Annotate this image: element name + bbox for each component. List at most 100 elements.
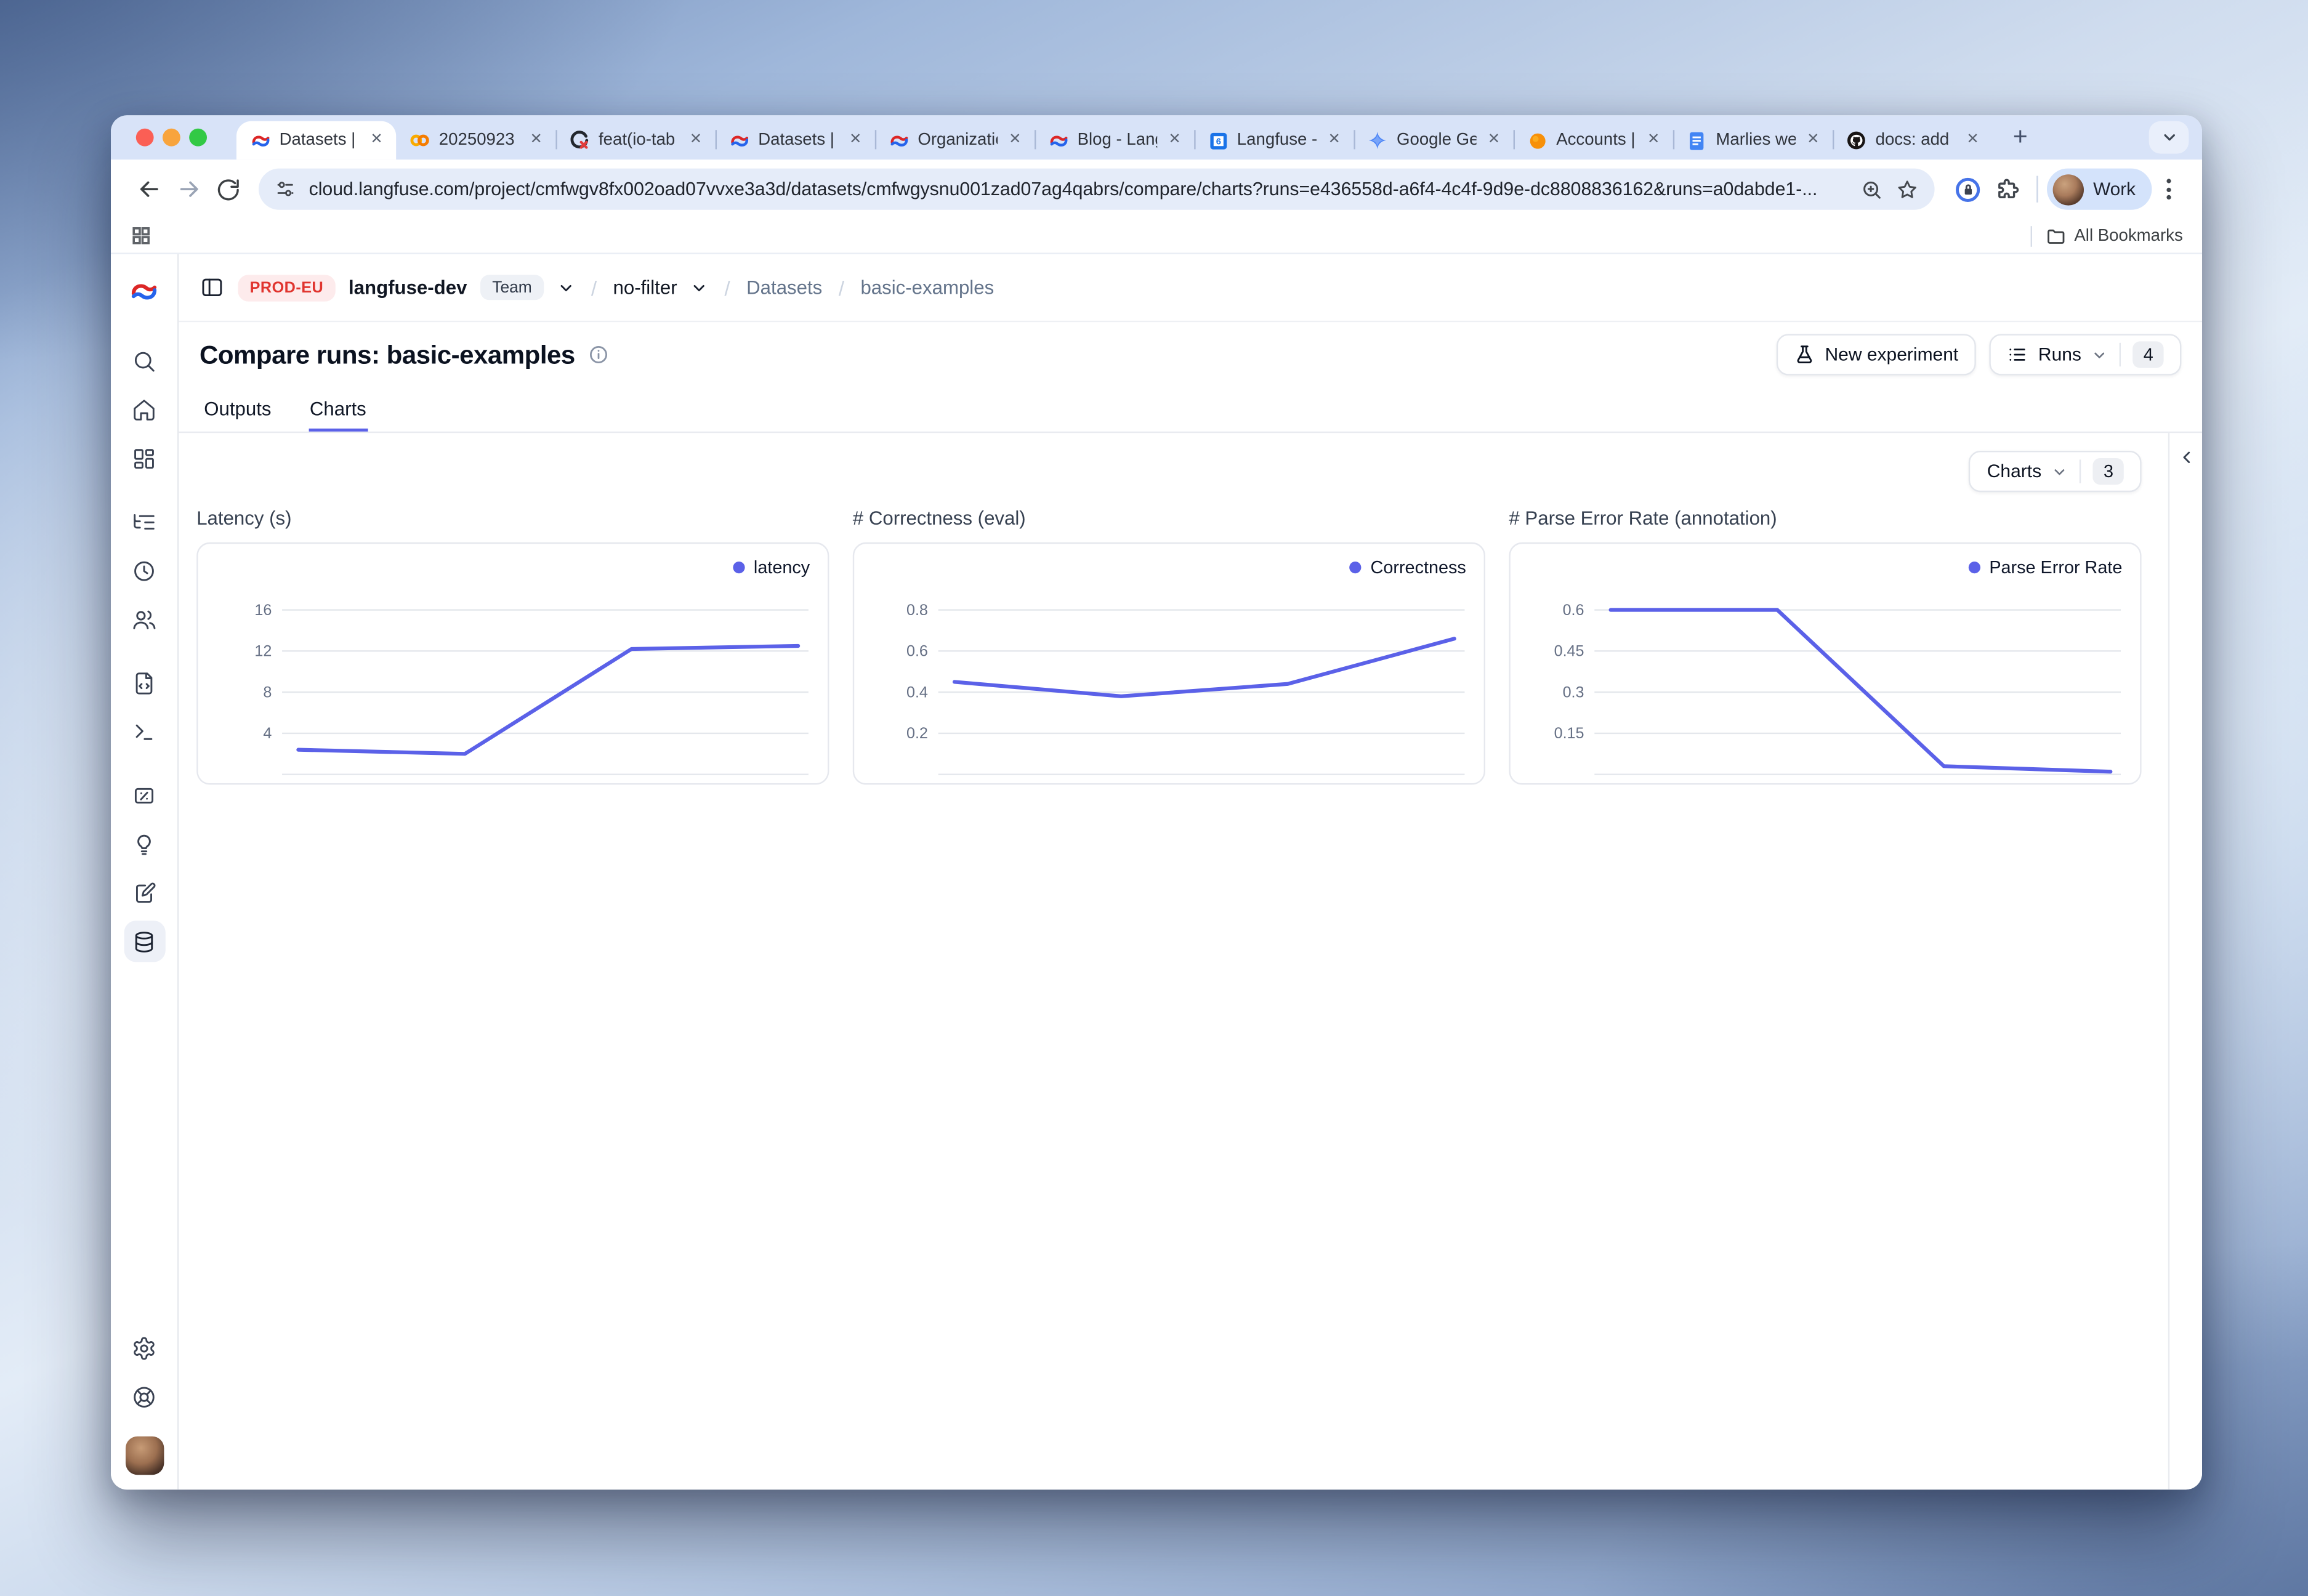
list-icon [2007,344,2028,365]
tab-close-icon[interactable]: ✕ [687,132,705,150]
browser-tab-strip: Datasets | L ✕ 20250923 ✕ feat(io-tab ✕ … [111,115,2202,159]
browser-tab-github[interactable]: docs: add ✕ [1833,121,1992,159]
project-chevron-down-icon[interactable] [690,278,708,296]
svg-text:0.3: 0.3 [1563,684,1584,701]
view-tabs: Outputs Charts [179,387,2202,433]
project-name[interactable]: no-filter [613,276,677,299]
browser-tab-docs[interactable]: Marlies we ✕ [1673,121,1833,159]
tab-close-icon[interactable]: ✕ [1006,132,1024,150]
breadcrumb-separator: / [588,276,600,299]
database-icon[interactable] [123,921,164,962]
tab-title: Accounts | [1556,132,1636,150]
breadcrumb-current-item: basic-examples [860,276,994,299]
url-text[interactable]: cloud.langfuse.com/project/cmfwgv8fx002o… [309,179,1848,200]
search-icon[interactable] [123,340,164,381]
lightbulb-icon[interactable] [123,823,164,864]
tab-close-icon[interactable]: ✕ [1485,132,1503,150]
toolbar-divider [2037,176,2038,203]
collapse-chevron-left-icon[interactable] [2176,448,2195,1489]
charts-selector-button[interactable]: Charts 3 [1969,451,2142,492]
dashboard-grid-icon[interactable] [123,437,164,478]
bookmarks-bar: All Bookmarks [111,219,2202,254]
extensions-puzzle-icon[interactable] [1988,169,2028,209]
tab-close-icon[interactable]: ✕ [527,132,546,150]
browser-tab-datasets-active[interactable]: Datasets | L ✕ [236,121,396,159]
chart-card: 0.80.60.40.2 Correctness [853,542,1485,785]
app-main: PROD-EU langfuse-dev Team / no-filter / … [179,254,2202,1489]
calendar-favicon: 6 [1208,130,1229,151]
charts-count-badge: 3 [2093,458,2124,485]
apps-grid-icon[interactable] [130,225,152,247]
back-icon[interactable] [129,169,169,209]
browser-tab-accounts[interactable]: Accounts | ✕ [1514,121,1673,159]
kebab-menu-icon[interactable] [2152,179,2184,200]
svg-text:12: 12 [254,643,272,660]
list-tree-icon[interactable] [123,501,164,542]
tab-close-icon[interactable]: ✕ [1804,132,1822,150]
chart-title: # Parse Error Rate (annotation) [1509,507,2141,529]
tab-search-chevron-icon[interactable] [2149,121,2189,154]
browser-tab-calendar[interactable]: 6 Langfuse - ✕ [1194,121,1354,159]
tab-close-icon[interactable]: ✕ [1964,132,1982,150]
tab-close-icon[interactable]: ✕ [1325,132,1344,150]
url-bar[interactable]: cloud.langfuse.com/project/cmfwgv8fx002o… [259,169,1935,210]
clock-icon[interactable] [123,550,164,591]
terminal-icon[interactable] [123,711,164,752]
settings-gear-icon[interactable] [123,1327,164,1368]
browser-tab-colab[interactable]: 20250923 ✕ [396,121,555,159]
file-code-icon[interactable] [123,662,164,703]
tab-close-icon[interactable]: ✕ [368,132,386,150]
minimize-window-button[interactable] [163,129,180,147]
line-chart: 161284 [198,544,828,783]
svg-text:0.15: 0.15 [1554,725,1584,742]
reload-icon[interactable] [208,169,248,209]
browser-tab-pr[interactable]: feat(io-tab ✕ [555,121,715,159]
chart-card: 0.60.450.30.15 Parse Error Rate [1509,542,2141,785]
breadcrumb: PROD-EU langfuse-dev Team / no-filter / … [179,254,2202,322]
info-icon[interactable] [588,344,609,365]
clipboard-pen-icon[interactable] [123,872,164,913]
browser-tab-datasets-2[interactable]: Datasets | L ✕ [716,121,875,159]
new-experiment-button[interactable]: New experiment [1776,334,1976,375]
tab-close-icon[interactable]: ✕ [1644,132,1663,150]
home-icon[interactable] [123,389,164,430]
zoom-icon[interactable] [1861,178,1883,200]
star-icon[interactable] [1897,178,1919,200]
tab-title: Datasets | L [280,132,359,150]
runs-selector-button[interactable]: Runs 4 [1990,334,2182,375]
life-buoy-icon[interactable] [123,1376,164,1417]
users-icon[interactable] [123,598,164,640]
chart-title: Latency (s) [196,507,829,529]
onepassword-icon[interactable] [1948,169,1988,209]
tab-title: Google Ge [1397,132,1476,150]
tab-charts[interactable]: Charts [308,387,368,432]
org-name[interactable]: langfuse-dev [349,276,467,299]
browser-tab-organization[interactable]: Organizatio ✕ [875,121,1035,159]
forward-icon[interactable] [169,169,209,209]
github-favicon [1846,130,1867,151]
runs-chevron-down-icon [2092,347,2108,363]
tab-close-icon[interactable]: ✕ [846,132,865,150]
tab-outputs[interactable]: Outputs [203,387,273,432]
percent-square-icon[interactable] [123,775,164,816]
browser-tab-gemini[interactable]: Google Ge ✕ [1354,121,1513,159]
profile-chip[interactable]: Work [2048,169,2152,210]
panel-left-icon[interactable] [200,275,225,300]
tune-icon[interactable] [275,179,296,200]
fullscreen-window-button[interactable] [189,129,207,147]
user-avatar[interactable] [125,1437,163,1475]
langfuse-favicon [888,130,909,151]
breadcrumb-datasets-link[interactable]: Datasets [746,276,822,299]
all-bookmarks-button[interactable]: All Bookmarks [2074,227,2182,244]
tab-close-icon[interactable]: ✕ [1166,132,1184,150]
line-chart: 0.80.60.40.2 [854,544,1483,783]
profile-name: Work [2093,179,2136,200]
org-chevron-down-icon[interactable] [557,278,575,296]
new-tab-button[interactable]: + [2001,118,2040,156]
close-window-button[interactable] [136,129,154,147]
svg-text:8: 8 [263,684,272,701]
langfuse-logo[interactable] [130,259,158,324]
browser-tab-blog[interactable]: Blog - Lang ✕ [1035,121,1194,159]
tab-title: Organizatio [918,132,997,150]
content-area: Charts 3 Latency (s) 161284 [179,433,2202,1489]
